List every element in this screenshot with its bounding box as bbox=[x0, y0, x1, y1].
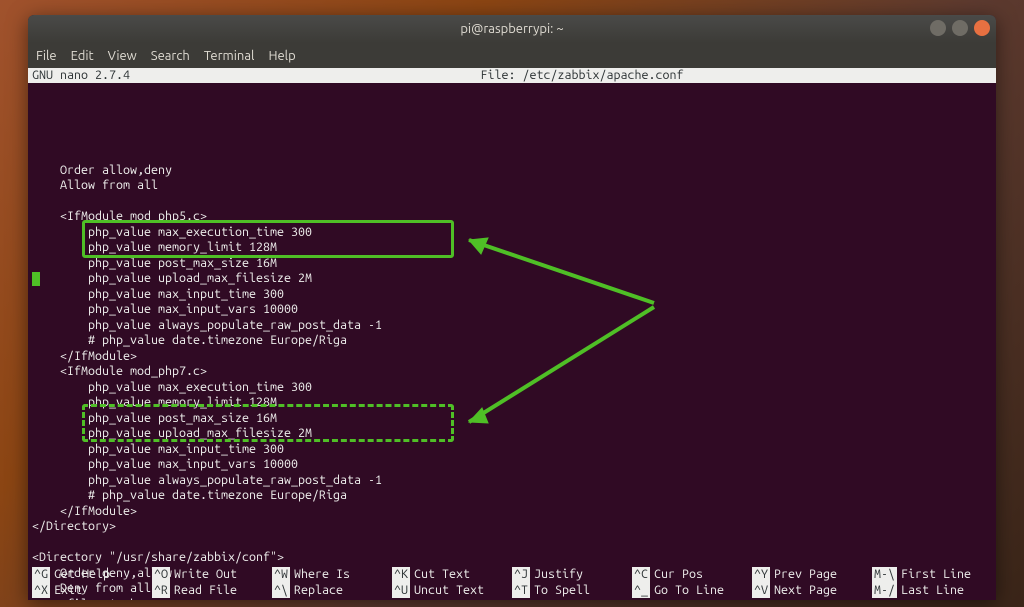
content-line: <IfModule mod_php7.c> bbox=[32, 364, 992, 380]
terminal-window: pi@raspberrypi: ~ File Edit View Search … bbox=[28, 15, 996, 600]
content-line: php_value always_populate_raw_post_data … bbox=[32, 473, 992, 489]
content-line: php_value memory_limit 128M bbox=[32, 395, 992, 411]
shortcut-key: M-\ bbox=[872, 567, 897, 583]
content-line: php_value max_input_vars 10000 bbox=[32, 302, 992, 318]
shortcut-key: ^R bbox=[152, 583, 170, 599]
footer-row-1: ^GGet Help^OWrite Out^WWhere Is^KCut Tex… bbox=[32, 567, 992, 583]
shortcut-key: ^G bbox=[32, 567, 50, 583]
shortcut-where-is: ^WWhere Is bbox=[272, 567, 392, 583]
content-line: Allow from all bbox=[32, 178, 992, 194]
content-line: php_value always_populate_raw_post_data … bbox=[32, 318, 992, 334]
shortcut-desc: Get Help bbox=[52, 567, 110, 583]
shortcut-desc: Cut Text bbox=[412, 567, 470, 583]
shortcut-write-out: ^OWrite Out bbox=[152, 567, 272, 583]
shortcut-key: ^O bbox=[152, 567, 170, 583]
menubar: File Edit View Search Terminal Help bbox=[28, 43, 996, 68]
shortcut-desc: Go To Line bbox=[652, 583, 724, 599]
shortcut-desc: Uncut Text bbox=[412, 583, 484, 599]
content-line: <IfModule mod_php5.c> bbox=[32, 209, 992, 225]
shortcut-prev-page: ^YPrev Page bbox=[752, 567, 872, 583]
shortcut-next-page: ^VNext Page bbox=[752, 583, 872, 599]
content-line: php_value upload_max_filesize 2M bbox=[32, 426, 992, 442]
shortcut-key: ^W bbox=[272, 567, 290, 583]
content-line: php_value memory_limit 128M bbox=[32, 240, 992, 256]
titlebar: pi@raspberrypi: ~ bbox=[28, 15, 996, 43]
shortcut-desc: Read File bbox=[172, 583, 237, 599]
shortcut-desc: First Line bbox=[899, 567, 971, 583]
shortcut-cur-pos: ^CCur Pos bbox=[632, 567, 752, 583]
text-cursor bbox=[32, 272, 40, 286]
content-line bbox=[32, 535, 992, 551]
shortcut-desc: Next Page bbox=[772, 583, 837, 599]
shortcut-exit: ^XExit bbox=[32, 583, 152, 599]
shortcut-first-line: M-\First Line bbox=[872, 567, 992, 583]
shortcut-to-spell: ^TTo Spell bbox=[512, 583, 632, 599]
shortcut-key: ^C bbox=[632, 567, 650, 583]
menu-file[interactable]: File bbox=[36, 49, 57, 63]
content-line: php_value upload_max_filesize 2M bbox=[32, 271, 992, 287]
content-line: </IfModule> bbox=[32, 504, 992, 520]
menu-terminal[interactable]: Terminal bbox=[204, 49, 255, 63]
content-line: Order allow,deny bbox=[32, 163, 992, 179]
nano-file: File: /etc/zabbix/apache.conf bbox=[172, 68, 992, 83]
nano-header: GNU nano 2.7.4 File: /etc/zabbix/apache.… bbox=[28, 68, 996, 83]
content-line: php_value max_input_time 300 bbox=[32, 442, 992, 458]
shortcut-desc: Prev Page bbox=[772, 567, 837, 583]
window-controls bbox=[930, 20, 990, 36]
content-line: php_value max_execution_time 300 bbox=[32, 225, 992, 241]
content-line: </Directory> bbox=[32, 519, 992, 535]
shortcut-desc: Replace bbox=[292, 583, 343, 599]
content-line bbox=[32, 194, 992, 210]
nano-version: GNU nano 2.7.4 bbox=[32, 68, 172, 83]
shortcut-key: ^\ bbox=[272, 583, 290, 599]
file-content[interactable]: Order allow,deny Allow from all <IfModul… bbox=[28, 83, 996, 600]
menu-edit[interactable]: Edit bbox=[71, 49, 94, 63]
shortcut-desc: Exit bbox=[52, 583, 82, 599]
minimize-icon[interactable] bbox=[930, 20, 946, 36]
content-line: php_value post_max_size 16M bbox=[32, 411, 992, 427]
shortcut-desc: Last Line bbox=[899, 583, 964, 599]
content-line: </IfModule> bbox=[32, 349, 992, 365]
shortcut-key: M-/ bbox=[872, 583, 897, 599]
shortcut-go-to-line: ^_Go To Line bbox=[632, 583, 752, 599]
menu-search[interactable]: Search bbox=[151, 49, 190, 63]
shortcut-desc: Cur Pos bbox=[652, 567, 703, 583]
content-line bbox=[32, 147, 992, 163]
menu-view[interactable]: View bbox=[108, 49, 137, 63]
shortcut-key: ^_ bbox=[632, 583, 650, 599]
shortcut-replace: ^\Replace bbox=[272, 583, 392, 599]
nano-footer: ^GGet Help^OWrite Out^WWhere Is^KCut Tex… bbox=[28, 567, 996, 600]
maximize-icon[interactable] bbox=[952, 20, 968, 36]
shortcut-last-line: M-/Last Line bbox=[872, 583, 992, 599]
content-line: # php_value date.timezone Europe/Riga bbox=[32, 333, 992, 349]
content-line: php_value max_input_time 300 bbox=[32, 287, 992, 303]
shortcut-key: ^X bbox=[32, 583, 50, 599]
shortcut-desc: Write Out bbox=[172, 567, 237, 583]
content-line: <Directory "/usr/share/zabbix/conf"> bbox=[32, 550, 992, 566]
shortcut-get-help: ^GGet Help bbox=[32, 567, 152, 583]
window-title: pi@raspberrypi: ~ bbox=[460, 22, 563, 36]
shortcut-uncut-text: ^UUncut Text bbox=[392, 583, 512, 599]
shortcut-desc: To Spell bbox=[532, 583, 590, 599]
shortcut-justify: ^JJustify bbox=[512, 567, 632, 583]
content-line: php_value max_execution_time 300 bbox=[32, 380, 992, 396]
shortcut-key: ^U bbox=[392, 583, 410, 599]
shortcut-read-file: ^RRead File bbox=[152, 583, 272, 599]
shortcut-key: ^T bbox=[512, 583, 530, 599]
content-line: php_value post_max_size 16M bbox=[32, 256, 992, 272]
menu-help[interactable]: Help bbox=[268, 49, 295, 63]
shortcut-desc: Where Is bbox=[292, 567, 350, 583]
terminal-viewport[interactable]: GNU nano 2.7.4 File: /etc/zabbix/apache.… bbox=[28, 68, 996, 600]
shortcut-key: ^Y bbox=[752, 567, 770, 583]
content-line: # php_value date.timezone Europe/Riga bbox=[32, 488, 992, 504]
shortcut-key: ^K bbox=[392, 567, 410, 583]
shortcut-desc: Justify bbox=[532, 567, 583, 583]
shortcut-key: ^V bbox=[752, 583, 770, 599]
content-line: php_value max_input_vars 10000 bbox=[32, 457, 992, 473]
close-icon[interactable] bbox=[974, 20, 990, 36]
shortcut-cut-text: ^KCut Text bbox=[392, 567, 512, 583]
footer-row-2: ^XExit^RRead File^\Replace^UUncut Text^T… bbox=[32, 583, 992, 599]
shortcut-key: ^J bbox=[512, 567, 530, 583]
